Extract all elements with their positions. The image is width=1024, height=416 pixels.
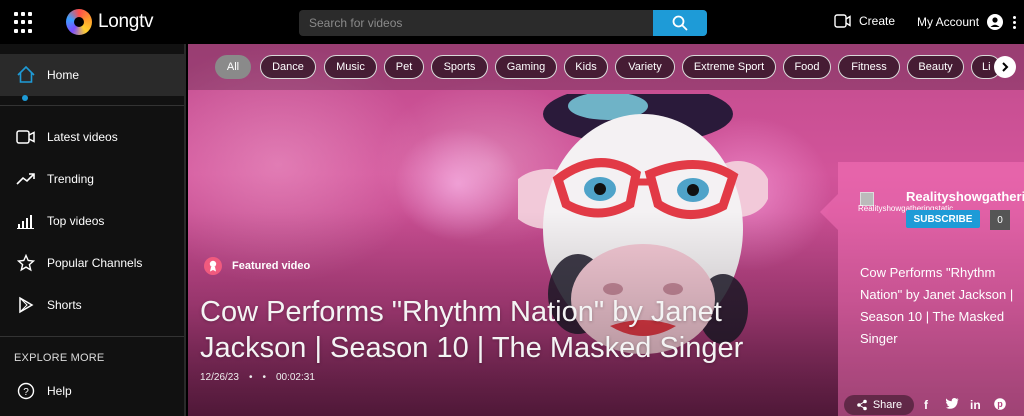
help-icon: ? [16,381,36,401]
chip-variety[interactable]: Variety [615,55,675,79]
sidebar-item-label: Popular Channels [47,256,143,270]
chip-food[interactable]: Food [783,55,831,79]
sidebar-item-top-videos[interactable]: Top videos [0,200,184,242]
video-camera-icon [16,127,36,147]
subscribe-button[interactable]: SUBSCRIBE [906,210,980,228]
divider [0,105,184,106]
share-button[interactable]: Share [844,395,914,415]
logo[interactable]: Longtv [66,9,154,35]
channel-name[interactable]: Realityshowgatheringstatic [906,189,1024,204]
search-icon [672,15,688,31]
share-icon [857,399,867,411]
search-bar [299,10,707,36]
sidebar-item-label: Home [47,68,80,82]
featured-title[interactable]: Cow Performs "Rhythm Nation" by Janet Ja… [200,294,800,366]
chip-music[interactable]: Music [324,55,377,79]
active-indicator [22,95,28,101]
bar-chart-icon [16,211,36,231]
card-pointer [820,194,838,230]
divider [0,336,184,337]
chip-fitness[interactable]: Fitness [838,55,900,79]
sidebar-item-home[interactable]: Home [0,54,184,101]
logo-text: Longtv [98,11,154,32]
apps-menu-icon[interactable] [14,12,36,34]
chip-gaming[interactable]: Gaming [495,55,557,79]
play-icon [16,295,36,315]
subscriber-count: 0 [990,210,1010,230]
sidebar-item-label: Top videos [47,214,105,228]
search-button[interactable] [653,10,707,36]
video-camera-icon [834,14,851,28]
chip-sports[interactable]: Sports [431,55,488,79]
svg-text:p: p [997,399,1003,409]
account-label: My Account [917,15,980,29]
sidebar-item-label: Help [47,384,72,398]
facebook-icon[interactable]: f [924,398,928,412]
featured-badge-label: Featured video [232,260,311,272]
top-bar: Longtv Create My Account [0,0,1024,44]
more-options-icon[interactable] [1013,15,1017,29]
card-video-title[interactable]: Cow Performs "Rhythm Nation" by Janet Ja… [860,262,1016,350]
sidebar-item-label: Trending [47,172,94,186]
featured-label: Featured video [204,257,310,275]
category-chips: All Dance Music Pet Sports Gaming Kids V… [188,44,1024,90]
user-icon [987,14,1004,30]
featured-meta: 12/26/23 • • 00:02:31 [200,372,315,383]
chevron-right-icon[interactable] [994,56,1016,78]
sidebar-item-trending[interactable]: Trending [0,158,184,200]
chip-beauty[interactable]: Beauty [907,55,964,79]
pinterest-icon[interactable]: p [994,398,1006,413]
create-button[interactable]: Create [834,14,895,28]
chip-kids[interactable]: Kids [564,55,608,79]
trending-icon [16,169,36,189]
account-menu[interactable]: My Account [917,14,1017,30]
twitter-icon[interactable] [945,398,959,412]
chip-pet[interactable]: Pet [384,55,424,79]
sidebar-item-latest-videos[interactable]: Latest videos [0,116,184,158]
home-icon [16,65,36,85]
svg-text:?: ? [23,387,29,398]
share-label: Share [872,399,903,411]
search-input[interactable] [299,10,653,36]
publish-date: 12/26/23 [200,372,239,383]
featured-hero[interactable]: All Dance Music Pet Sports Gaming Kids V… [188,44,1024,416]
sidebar-item-shorts[interactable]: Shorts [0,284,184,326]
video-duration: 00:02:31 [275,372,315,383]
logo-icon [66,9,92,35]
explore-more-heading: EXPLORE MORE [14,352,105,364]
chip-extreme-sport[interactable]: Extreme Sport [682,55,776,79]
sidebar-item-label: Latest videos [47,130,118,144]
award-icon [204,257,222,275]
meta-separator: • [248,372,253,383]
sidebar-item-help[interactable]: ? Help [0,370,184,412]
chip-dance[interactable]: Dance [260,55,316,79]
sidebar-item-label: Shorts [47,298,82,312]
linkedin-icon[interactable]: in [970,398,981,412]
create-label: Create [859,14,896,28]
star-icon [16,253,36,273]
sidebar-item-popular-channels[interactable]: Popular Channels [0,242,184,284]
sidebar: Home Latest videos Trending Top videos P… [0,44,186,416]
meta-separator: • [262,372,266,383]
chip-all[interactable]: All [215,55,251,79]
